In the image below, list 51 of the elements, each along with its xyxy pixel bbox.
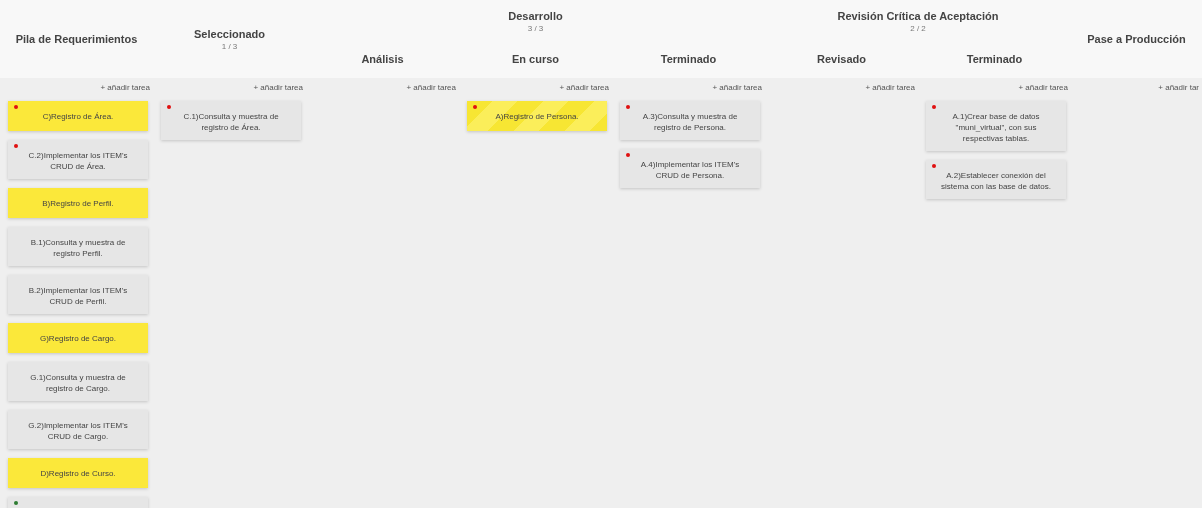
task-card[interactable]: G.2)Implementar los ITEM's CRUD de Cargo. (8, 410, 148, 449)
card-text: C.2)Implementar los ITEM's CRUD de Área. (27, 150, 129, 172)
task-card[interactable]: A)Registro de Persona. (467, 101, 607, 131)
add-task-link[interactable]: + añadir tarea (712, 83, 762, 92)
task-card[interactable]: B)Registro de Perfil. (8, 188, 148, 218)
stage-title: Seleccionado (194, 27, 265, 40)
card-text: A.3)Consulta y muestra de registro de Persona. (641, 111, 739, 133)
stage-title: Pase a Producción (1087, 33, 1186, 45)
task-card[interactable]: G)Registro de Cargo. (8, 323, 148, 353)
stage-title: Desarrollo (508, 10, 563, 22)
add-task-link[interactable]: + añadir tarea (559, 83, 609, 92)
column-title: Terminado (966, 53, 1023, 65)
task-card[interactable]: A.2)Establecer conexión del sistema con las base de datos. (926, 160, 1066, 199)
stage-title: Pila de Requerimientos (15, 33, 138, 45)
task-card[interactable]: C.1)Consulta y muestra de registro de Área. (161, 101, 301, 140)
add-task-link[interactable]: + añadir tarea (253, 83, 303, 92)
task-card[interactable]: B.2)Implementar los ITEM's CRUD de Perfil. (8, 275, 148, 314)
task-card[interactable]: C)Registro de Área. (8, 101, 148, 131)
add-task-link[interactable]: + añadir tarea (1018, 83, 1068, 92)
stage-title: Revisión Crítica de Aceptación (837, 10, 999, 22)
column-title: Revisado (817, 53, 866, 65)
add-task-link[interactable]: + añadir tarea (100, 83, 150, 92)
card-text: G.2)Implementar los ITEM's CRUD de Cargo. (27, 420, 129, 442)
card-text: A.2)Establecer conexión del sistema con las base de datos. (940, 170, 1052, 192)
card-text: A)Registro de Persona. (494, 111, 580, 122)
card-text: A.1)Crear base de datos "muni_virtual", con sus respectivas tablas. (951, 111, 1041, 144)
task-card[interactable]: A.1)Crear base de datos "muni_virtual", con sus respectivas tablas. (926, 101, 1066, 151)
task-card[interactable]: G.1)Consulta y muestra de registro de Cargo. (8, 362, 148, 401)
wip-count: 2 / 2 (910, 24, 926, 33)
add-task-link[interactable]: + añadir tarea (865, 83, 915, 92)
card-text: C)Registro de Área. (41, 111, 115, 122)
add-task-link[interactable]: + añadir tarea (406, 83, 456, 92)
column-title: Análisis (361, 53, 404, 65)
task-card[interactable]: D)Registro de Curso. (8, 458, 148, 488)
wip-count: 3 / 3 (527, 24, 544, 33)
task-card[interactable]: C.2)Implementar los ITEM's CRUD de Área. (8, 140, 148, 179)
task-card[interactable]: A.4)Implementar los ITEM's CRUD de Persona. (620, 149, 760, 188)
task-card[interactable]: B.1)Consulta y muestra de registro Perfil. (8, 227, 148, 266)
wip-count: 1 / 3 (221, 41, 238, 51)
card-text: D)Registro de Curso. (39, 468, 117, 479)
add-task-link[interactable]: + añadir tar (1158, 83, 1199, 92)
card-text: B.1)Consulta y muestra de registro Perfil. (29, 237, 127, 259)
card-text: G)Registro de Cargo. (39, 333, 117, 344)
card-text: G.1)Consulta y muestra de registro de Cargo. (29, 372, 127, 394)
card-text: B)Registro de Perfil. (41, 198, 115, 209)
card-text: B.2)Implementar los ITEM's CRUD de Perfil. (27, 285, 129, 307)
task-card[interactable]: A.3)Consulta y muestra de registro de Persona. (620, 101, 760, 140)
column-title: Terminado (660, 53, 717, 65)
card-text: A.4)Implementar los ITEM's CRUD de Persona. (639, 159, 741, 181)
column-title: En curso (511, 53, 560, 65)
card-text: C.1)Consulta y muestra de registro de Área. (182, 111, 280, 133)
